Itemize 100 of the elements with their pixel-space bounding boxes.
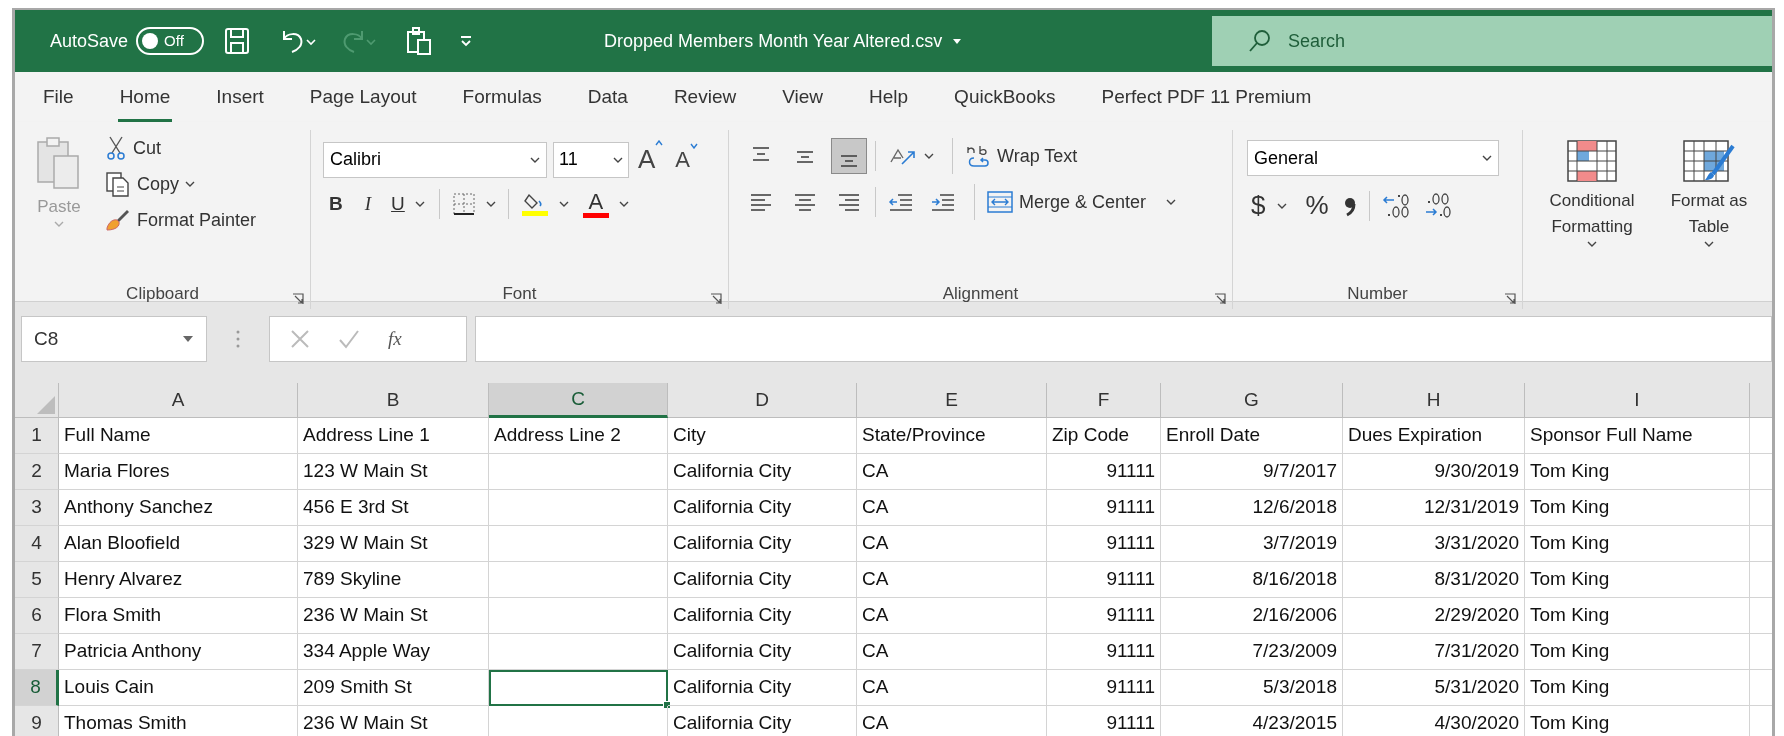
table-cell: CA [857,634,1047,670]
table-cell: State/Province [857,418,1047,454]
paintbrush-icon[interactable] [105,208,131,232]
highlighted-grid-icon[interactable] [1567,140,1617,182]
table-brush-icon[interactable] [1683,140,1735,182]
autosave-toggle[interactable]: Off [136,27,205,55]
ribbon-tab[interactable]: Insert [214,82,266,122]
table-cell: Louis Cain [59,670,298,706]
decrease-font-size-button[interactable]: A [672,143,702,176]
decrease-decimal-icon[interactable] [1423,191,1454,220]
increase-decimal-icon[interactable] [1381,191,1412,220]
number-format-field[interactable]: General [1247,140,1499,176]
table-cell: Tom King [1525,454,1750,490]
bold-button[interactable]: B [323,189,349,219]
ribbon-tab[interactable]: Page Layout [307,82,419,122]
copy-icon[interactable] [105,171,131,197]
ribbon-tab[interactable]: Data [585,82,630,122]
row-header[interactable]: 1 [15,418,59,454]
column-header[interactable]: D [668,383,857,418]
table-cell: 9/30/2019 [1343,454,1525,490]
check-icon[interactable] [338,329,360,349]
caret-icon[interactable] [182,335,194,343]
font-size-field[interactable]: 11 [553,141,629,178]
column-header[interactable]: C [489,383,668,418]
font-name-field[interactable]: Calibri [323,141,547,178]
dialog-launcher-icon[interactable] [292,293,304,305]
caret-icon[interactable] [558,200,569,208]
formula-input[interactable] [475,316,1772,362]
bottom-align-button[interactable] [831,138,867,174]
format-as-table-button[interactable]: Format as Table [1661,140,1757,248]
dialog-launcher-icon[interactable] [1504,293,1516,305]
conditional-formatting-button[interactable]: Conditional Formatting [1533,140,1651,248]
caret-icon[interactable] [530,155,540,164]
table-cell: Full Name [59,418,298,454]
ribbon-tab[interactable]: Review [671,82,739,122]
caret-icon[interactable] [1704,240,1714,248]
fill-handle[interactable] [663,701,671,709]
document-title[interactable]: Dropped Members Month Year Altered.csv [604,27,943,55]
table-cell: CA [857,562,1047,598]
merge-cells-icon[interactable] [987,190,1013,214]
ribbon-tab[interactable]: QuickBooks [952,82,1058,122]
caret-icon[interactable] [1277,201,1288,210]
save-icon[interactable] [224,27,251,55]
ribbon-tab[interactable]: View [780,82,826,122]
table-cell: 91111 [1047,562,1161,598]
column-header[interactable]: G [1161,383,1343,418]
row-header[interactable]: 9 [15,706,59,736]
caret-icon[interactable] [1482,154,1492,162]
percent-button[interactable]: % [1303,186,1331,225]
merge-center-button[interactable]: Merge & Center [983,184,1181,220]
caret-icon[interactable] [1587,240,1597,248]
italic-button[interactable]: I [358,189,378,219]
ribbon-tab[interactable]: Formulas [460,82,544,122]
name-box[interactable]: C8 [21,316,207,362]
row-header[interactable]: 5 [15,562,59,598]
caret-icon[interactable] [414,200,425,208]
column-header[interactable]: H [1343,383,1525,418]
table-cell: Thomas Smith [59,706,298,736]
caret-icon[interactable] [952,37,963,45]
wrap-text-icon[interactable] [965,143,991,169]
column-header[interactable]: E [857,383,1047,418]
dialog-launcher-icon[interactable] [710,293,722,305]
active-cell[interactable] [489,670,668,706]
column-header[interactable]: A [59,383,298,418]
caret-icon[interactable] [618,200,629,208]
search-icon[interactable] [1248,29,1272,53]
cut-button[interactable]: Cut [101,130,261,166]
caret-icon[interactable] [613,155,623,164]
row-header[interactable]: 4 [15,526,59,562]
caret-icon[interactable] [485,200,496,208]
paint-bucket-icon[interactable] [520,191,549,217]
caret-up-icon[interactable] [655,140,664,146]
column-header[interactable]: I [1525,383,1750,418]
underline-button[interactable]: U [387,189,429,219]
row-header[interactable]: 3 [15,490,59,526]
increase-font-size-button[interactable]: A [635,140,667,179]
drag-handle-icon[interactable] [235,329,241,349]
insert-function-button[interactable]: fx [388,324,402,354]
format-painter-button[interactable]: Format Painter [101,202,261,238]
copy-button[interactable]: Copy [101,166,261,202]
row-header[interactable]: 8 [15,670,59,706]
currency-button[interactable]: $ [1247,186,1292,225]
caret-icon[interactable] [185,180,196,188]
table-cell: 3/7/2019 [1161,526,1343,562]
caret-icon[interactable] [1166,198,1177,206]
clipboard-icon[interactable] [406,26,433,56]
row-header[interactable]: 6 [15,598,59,634]
ribbon-tab[interactable]: File [41,82,76,122]
search-field[interactable]: Search [1212,16,1772,66]
row-header[interactable]: 2 [15,454,59,490]
column-header[interactable]: F [1047,383,1161,418]
scissors-icon[interactable] [105,135,127,161]
font-color-button[interactable]: A [580,190,631,218]
dialog-launcher-icon[interactable] [1214,293,1226,305]
caret-icon[interactable] [924,152,934,160]
ribbon-tab[interactable]: Perfect PDF 11 Premium [1099,82,1314,122]
ribbon-tab[interactable]: Help [867,82,911,122]
row-header[interactable]: 7 [15,634,59,670]
wrap-text-button[interactable]: Wrap Text [961,138,1082,174]
borders-icon[interactable] [451,192,476,216]
